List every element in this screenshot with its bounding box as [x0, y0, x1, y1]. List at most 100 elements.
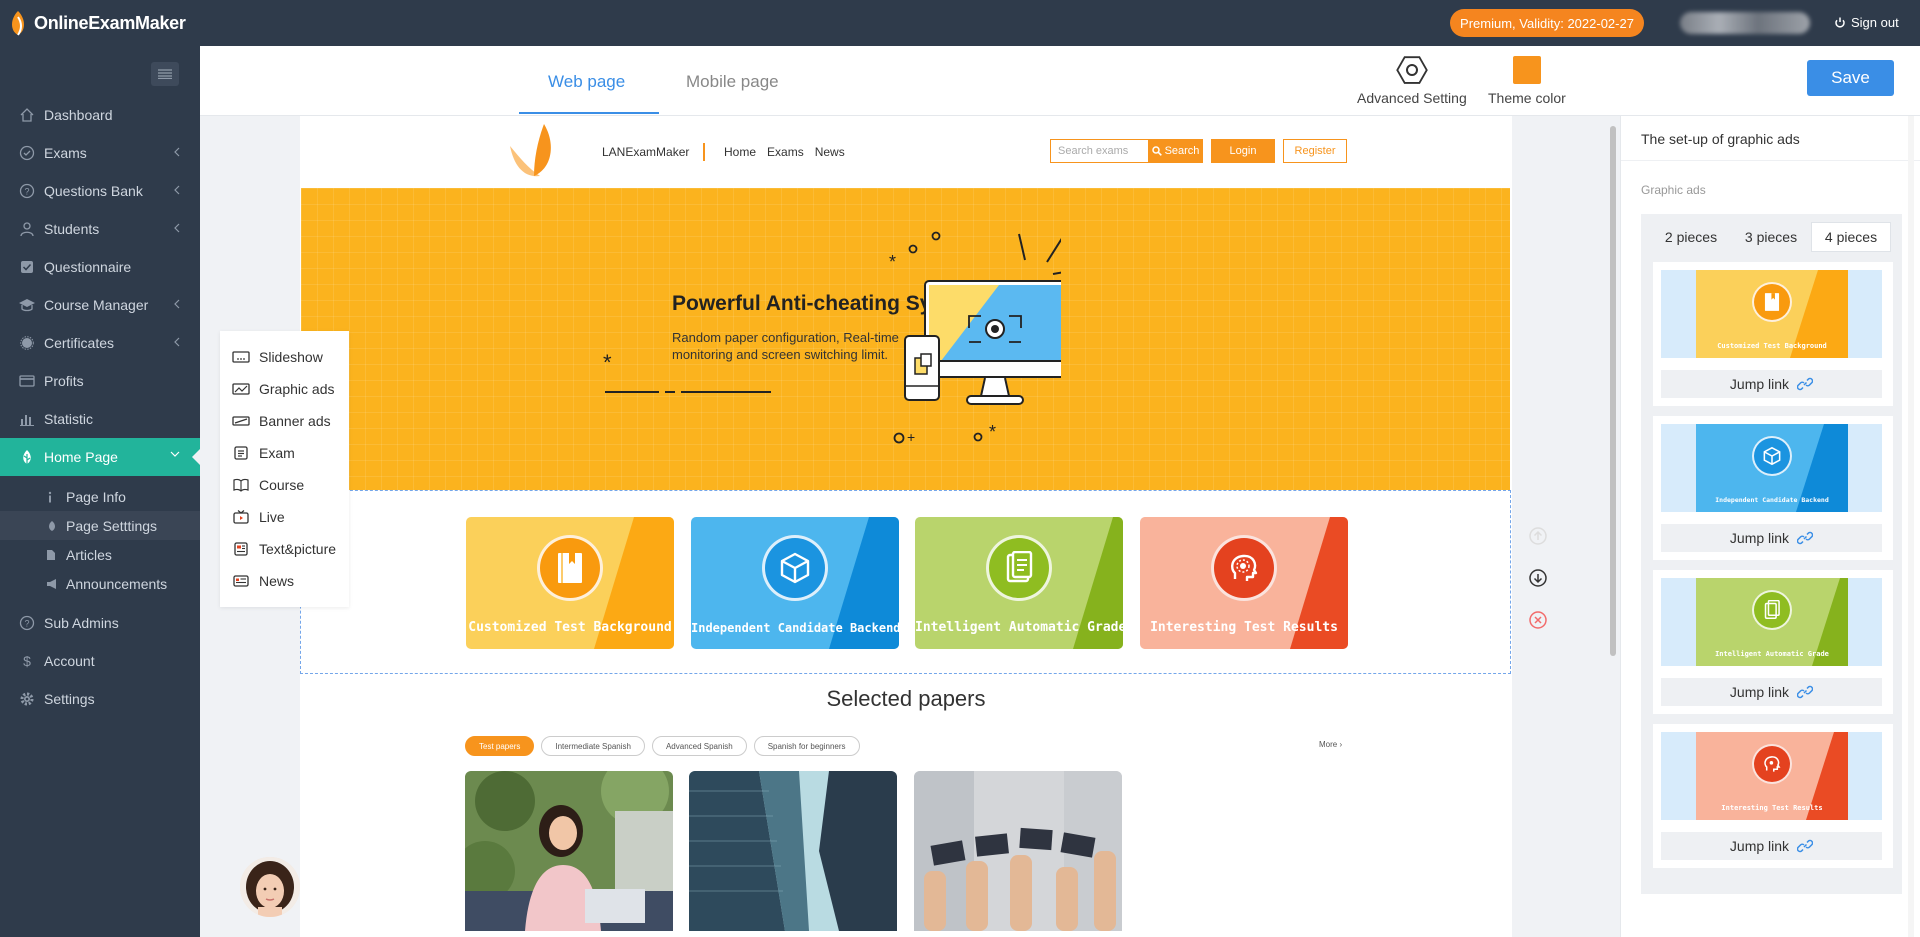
preview-nav-news[interactable]: News — [815, 143, 845, 161]
ad-card-interesting-test-results[interactable]: Interesting Test Results — [1140, 517, 1348, 649]
component-slideshow[interactable]: Slideshow — [220, 341, 349, 373]
ad-card-label: Customized Test Background — [468, 620, 672, 635]
sidebar-subitem-announcements[interactable]: Announcements — [0, 569, 200, 598]
component-exam[interactable]: Exam — [220, 437, 349, 469]
sidebar-collapse-button[interactable] — [151, 62, 179, 86]
theme-color-swatch[interactable] — [1512, 56, 1541, 84]
more-link[interactable]: More › — [1319, 740, 1342, 749]
paper-thumbnail-woman-phone[interactable] — [465, 771, 673, 931]
ad-card-customized-test-background[interactable]: Customized Test Background — [466, 517, 674, 649]
ad-config-thumbnail[interactable]: Independent Candidate Backend — [1661, 424, 1882, 512]
sidebar-item-questionnaire[interactable]: Questionnaire — [0, 248, 200, 286]
panel-section-label: Graphic ads — [1641, 183, 1706, 197]
canvas-scrollbar[interactable] — [1610, 126, 1616, 656]
sidebar-subitem-articles[interactable]: Articles — [0, 540, 200, 569]
sidebar-item-course-manager[interactable]: Course Manager — [0, 286, 200, 324]
move-down-button[interactable] — [1525, 564, 1551, 592]
sidebar-subitem-label: Articles — [66, 546, 112, 563]
component-text-picture[interactable]: Text&picture — [220, 533, 349, 565]
pieces-option-2[interactable]: 2 pieces — [1651, 222, 1731, 252]
sidebar-item-exams[interactable]: Exams — [0, 134, 200, 172]
app-logo[interactable]: OnlineExamMaker — [6, 9, 186, 37]
sidebar-item-statistic[interactable]: Statistic — [0, 400, 200, 438]
component-news[interactable]: News — [220, 565, 349, 597]
panel-divider — [1621, 160, 1920, 161]
bar-chart-icon — [18, 410, 36, 428]
jump-link-button[interactable]: Jump link — [1661, 678, 1882, 706]
sidebar-item-dashboard[interactable]: Dashboard — [0, 96, 200, 134]
tab-web-page[interactable]: Web page — [548, 72, 625, 92]
ad-config-card: Customized Test Background Jump link — [1653, 262, 1893, 406]
graphic-ads-section[interactable]: Customized Test Background Independent C… — [300, 490, 1511, 674]
component-banner-ads[interactable]: Banner ads — [220, 405, 349, 437]
ad-config-thumbnail[interactable]: Customized Test Background — [1661, 270, 1882, 358]
advanced-setting-label: Advanced Setting — [1357, 90, 1467, 106]
tab-mobile-page[interactable]: Mobile page — [686, 72, 779, 92]
paper-thumbnail-skyscrapers[interactable] — [689, 771, 897, 931]
leaf-icon — [18, 448, 36, 466]
svg-text:*: * — [603, 352, 612, 375]
close-circle-icon — [1529, 611, 1547, 629]
preview-search-button[interactable]: Search — [1148, 139, 1203, 163]
sidebar-item-home-page[interactable]: Home Page — [0, 438, 200, 476]
component-course[interactable]: Course — [220, 469, 349, 501]
computer-monitor-illustration: * + * — [889, 231, 1061, 445]
theme-color-button[interactable]: Theme color — [1488, 56, 1566, 106]
jump-link-button[interactable]: Jump link — [1661, 524, 1882, 552]
ad-card-independent-candidate-backend[interactable]: Independent Candidate Backend — [691, 517, 899, 649]
premium-badge[interactable]: Premium, Validity: 2022-02-27 — [1450, 9, 1644, 37]
user-profile[interactable] — [1680, 12, 1810, 34]
component-live[interactable]: Live — [220, 501, 349, 533]
chevron-left-icon — [174, 185, 180, 195]
component-graphic-ads[interactable]: Graphic ads — [220, 373, 349, 405]
sidebar-subitem-page-info[interactable]: Page Info — [0, 482, 200, 511]
graphic-ads-icon — [232, 382, 250, 396]
panel-scrollbar[interactable] — [1908, 116, 1914, 937]
chip-advanced-spanish[interactable]: Advanced Spanish — [651, 736, 747, 756]
support-avatar[interactable] — [240, 857, 300, 917]
sidebar-subitem-page-settings[interactable]: Page Setttings — [0, 511, 200, 540]
app-logo-text: OnlineExamMaker — [34, 12, 186, 33]
chip-intermediate-spanish[interactable]: Intermediate Spanish — [541, 736, 645, 756]
chip-spanish-for-beginners[interactable]: Spanish for beginners — [753, 736, 860, 756]
ad-config-thumbnail[interactable]: Interesting Test Results — [1661, 732, 1882, 820]
ad-config-thumbnail[interactable]: Intelligent Automatic Grade — [1661, 578, 1882, 666]
chip-test-papers[interactable]: Test papers — [465, 736, 535, 756]
pieces-option-4[interactable]: 4 pieces — [1811, 222, 1891, 252]
link-icon — [1797, 839, 1814, 853]
brain-icon — [1211, 535, 1277, 601]
advanced-setting-button[interactable]: Advanced Setting — [1357, 54, 1467, 106]
preview-nav-exams[interactable]: Exams — [767, 143, 804, 161]
document-icon — [1752, 590, 1792, 630]
sidebar-item-sub-admins[interactable]: ? Sub Admins — [0, 604, 200, 642]
sidebar-item-account[interactable]: $ Account — [0, 642, 200, 680]
sidebar-subitem-label: Page Info — [66, 488, 126, 505]
sidebar-item-questions-bank[interactable]: ? Questions Bank — [0, 172, 200, 210]
preview-nav-home[interactable]: Home — [724, 143, 756, 161]
preview-search-input[interactable]: Search exams — [1050, 139, 1150, 163]
jump-link-button[interactable]: Jump link — [1661, 370, 1882, 398]
preview-banner[interactable]: Powerful Anti-cheating System Random pap… — [301, 188, 1510, 490]
sign-out-button[interactable]: Sign out — [1834, 15, 1899, 30]
preview-login-button[interactable]: Login — [1211, 139, 1275, 163]
sidebar-item-certificates[interactable]: Certificates — [0, 324, 200, 362]
sidebar-item-settings[interactable]: Settings — [0, 680, 200, 718]
leaf-logo-icon — [12, 11, 24, 36]
move-up-button[interactable] — [1525, 522, 1551, 550]
sidebar-item-students[interactable]: Students — [0, 210, 200, 248]
pieces-option-3[interactable]: 3 pieces — [1731, 222, 1811, 252]
delete-section-button[interactable] — [1525, 606, 1551, 634]
svg-text:?: ? — [24, 187, 29, 197]
book-icon — [537, 535, 603, 601]
component-label: Exam — [259, 445, 295, 461]
live-icon — [232, 510, 250, 524]
sidebar-item-label: Sub Admins — [44, 615, 119, 631]
ad-card-label: Independent Candidate Backend — [691, 621, 899, 635]
save-button[interactable]: Save — [1807, 60, 1894, 96]
ad-card-intelligent-automatic-grade[interactable]: Intelligent Automatic Grade — [915, 517, 1123, 649]
more-link-label: More — [1319, 740, 1338, 749]
sidebar-item-profits[interactable]: Profits — [0, 362, 200, 400]
preview-register-button[interactable]: Register — [1283, 139, 1347, 163]
paper-thumbnail-hands-cards[interactable] — [914, 771, 1122, 931]
jump-link-button[interactable]: Jump link — [1661, 832, 1882, 860]
